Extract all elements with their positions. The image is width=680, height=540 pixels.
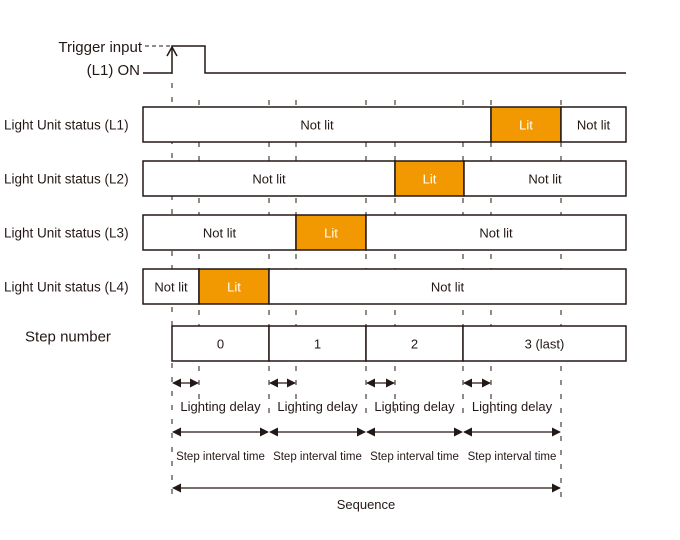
lighting-delay-label: Lighting delay xyxy=(180,399,261,414)
lit-label: Lit xyxy=(519,118,533,133)
timing-annotations: Lighting delay Step interval time Lighting… xyxy=(172,378,561,512)
step-number-value: 2 xyxy=(411,337,418,352)
step-interval-label: Step interval time xyxy=(273,451,362,463)
step-number-value: 1 xyxy=(314,337,321,352)
row-label: Light Unit status (L2) xyxy=(4,172,129,187)
step-number-row: Step number 0 1 2 3 (last) xyxy=(25,325,627,362)
step-number-value: 0 xyxy=(217,337,224,352)
not-lit-label: Not lit xyxy=(528,172,562,187)
light-unit-row-l2: Light Unit status (L2) Not lit Lit Not lit xyxy=(4,160,627,197)
lit-label: Lit xyxy=(227,280,241,295)
trigger-waveform xyxy=(143,45,626,74)
not-lit-label: Not lit xyxy=(431,280,465,295)
row-label: Light Unit status (L4) xyxy=(4,280,129,295)
step-interval-label: Step interval time xyxy=(370,451,459,463)
sequence-label: Sequence xyxy=(337,497,396,512)
lit-label: Lit xyxy=(423,172,437,187)
lighting-delay-label: Lighting delay xyxy=(374,399,455,414)
step-interval-label: Step interval time xyxy=(468,451,557,463)
row-label: Light Unit status (L1) xyxy=(4,118,129,133)
light-unit-row-l1: Light Unit status (L1) Not lit Lit Not lit xyxy=(4,106,627,143)
not-lit-label: Not lit xyxy=(252,172,286,187)
not-lit-label: Not lit xyxy=(203,226,237,241)
not-lit-label: Not lit xyxy=(154,280,188,295)
light-unit-row-l4: Light Unit status (L4) Not lit Lit Not lit xyxy=(4,268,627,305)
trigger-label-line2: (L1) ON xyxy=(87,62,140,79)
trigger-label-line1: Trigger input xyxy=(58,39,142,56)
step-number-value: 3 (last) xyxy=(525,337,565,352)
not-lit-label: Not lit xyxy=(479,226,513,241)
not-lit-label: Not lit xyxy=(577,118,611,133)
light-unit-rows: Light Unit status (L1) Not lit Lit Not litL… xyxy=(4,106,627,305)
light-unit-row-l3: Light Unit status (L3) Not lit Lit Not lit xyxy=(4,214,627,251)
timing-diagram: Trigger input (L1) ON Light Unit status … xyxy=(4,39,627,512)
trigger-signal: Trigger input (L1) ON xyxy=(58,39,626,79)
lighting-delay-label: Lighting delay xyxy=(277,399,358,414)
lit-label: Lit xyxy=(324,226,338,241)
not-lit-label: Not lit xyxy=(300,118,334,133)
step-number-label: Step number xyxy=(25,329,111,346)
lighting-delay-label: Lighting delay xyxy=(472,399,553,414)
step-interval-label: Step interval time xyxy=(176,451,265,463)
row-label: Light Unit status (L3) xyxy=(4,226,129,241)
